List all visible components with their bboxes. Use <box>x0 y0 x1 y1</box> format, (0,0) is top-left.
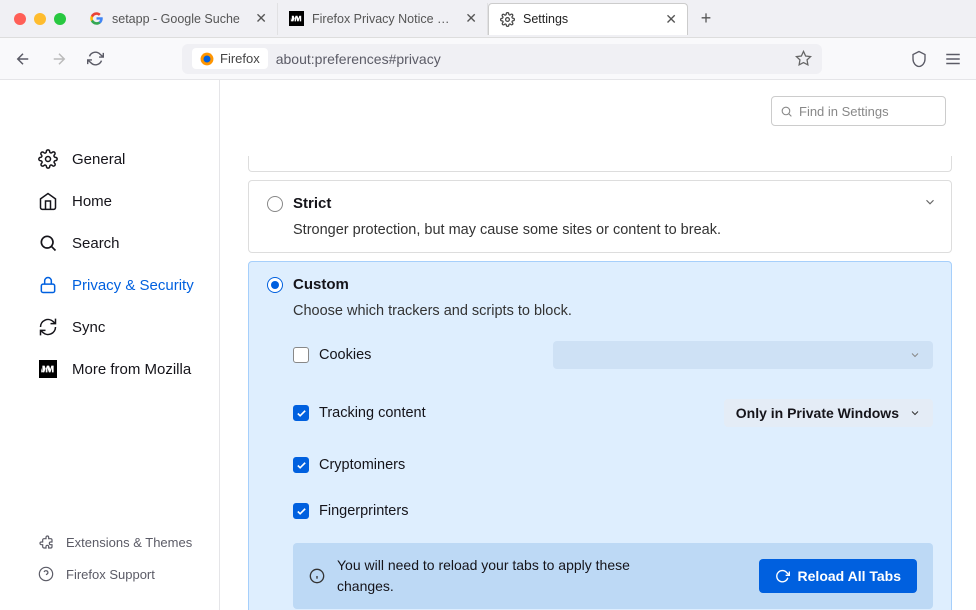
minimize-window-button[interactable] <box>34 13 46 25</box>
gear-icon <box>38 149 58 169</box>
new-tab-button[interactable]: + <box>692 5 720 33</box>
puzzle-icon <box>38 534 54 550</box>
cookies-dropdown[interactable] <box>553 341 933 369</box>
forward-button[interactable] <box>50 50 68 68</box>
toolbar-right <box>910 50 962 68</box>
checkbox-label: Cookies <box>319 347 371 363</box>
sidebar-item-search[interactable]: Search <box>0 222 219 264</box>
tab-settings[interactable]: Settings ✕ <box>488 3 688 35</box>
standard-option-cutoff <box>248 156 952 172</box>
toolbar: Firefox about:preferences#privacy <box>0 38 976 80</box>
checkbox-cryptominers[interactable] <box>293 457 309 473</box>
close-window-button[interactable] <box>14 13 26 25</box>
sidebar-item-privacy[interactable]: Privacy & Security <box>0 264 219 306</box>
tracking-dropdown[interactable]: Only in Private Windows <box>724 399 933 427</box>
chevron-down-icon[interactable] <box>923 195 937 209</box>
sidebar-item-sync[interactable]: Sync <box>0 306 219 348</box>
option-title: Strict <box>293 195 331 212</box>
sidebar-item-label: General <box>72 151 125 168</box>
cookies-row: Cookies <box>293 341 933 369</box>
info-icon <box>309 568 325 584</box>
radio-custom[interactable] <box>267 277 283 293</box>
checkbox-cookies[interactable] <box>293 347 309 363</box>
sidebar-item-label: Privacy & Security <box>72 277 194 294</box>
main: General Home Search Privacy & Security S… <box>0 80 976 610</box>
sidebar-item-label: Extensions & Themes <box>66 535 192 550</box>
checkbox-label: Cryptominers <box>319 457 405 473</box>
tab-title: Settings <box>523 12 657 26</box>
sidebar-item-home[interactable]: Home <box>0 180 219 222</box>
reload-icon <box>775 569 790 584</box>
cryptominers-row: Cryptominers <box>293 457 933 473</box>
tab-title: setapp - Google Suche <box>112 12 247 26</box>
mozilla-icon <box>38 359 58 379</box>
reload-button[interactable] <box>86 50 104 68</box>
chevron-down-icon <box>909 349 921 361</box>
help-icon <box>38 566 54 582</box>
tab-bar: setapp - Google Suche ✕ Firefox Privacy … <box>0 0 976 38</box>
site-identity[interactable]: Firefox <box>192 48 268 69</box>
content: Find in Settings Strict Stronger protect… <box>220 80 976 610</box>
reload-text: You will need to reload your tabs to app… <box>337 555 667 597</box>
checkbox-label: Fingerprinters <box>319 503 408 519</box>
firefox-icon <box>200 52 214 66</box>
url-bar[interactable]: Firefox about:preferences#privacy <box>182 44 822 74</box>
sidebar-item-label: Sync <box>72 319 105 336</box>
identity-label: Firefox <box>220 51 260 66</box>
home-icon <box>38 191 58 211</box>
search-icon <box>780 105 793 118</box>
checkbox-fingerprinters[interactable] <box>293 503 309 519</box>
pocket-icon[interactable] <box>910 50 928 68</box>
mozilla-favicon-icon <box>288 11 304 27</box>
lock-icon <box>38 275 58 295</box>
reload-all-tabs-button[interactable]: Reload All Tabs <box>759 559 917 593</box>
sidebar-item-label: Home <box>72 193 112 210</box>
checkbox-label: Tracking content <box>319 405 426 421</box>
button-label: Reload All Tabs <box>798 568 901 584</box>
google-favicon-icon <box>88 11 104 27</box>
tab-close-icon[interactable]: ✕ <box>665 11 677 28</box>
dropdown-value: Only in Private Windows <box>736 405 899 421</box>
sidebar-item-label: Firefox Support <box>66 567 155 582</box>
search-placeholder: Find in Settings <box>799 104 889 119</box>
maximize-window-button[interactable] <box>54 13 66 25</box>
gear-icon <box>499 11 515 27</box>
tracking-row: Tracking content Only in Private Windows <box>293 399 933 427</box>
tab-google[interactable]: setapp - Google Suche ✕ <box>78 3 278 35</box>
checkbox-tracking[interactable] <box>293 405 309 421</box>
sidebar-footer: Extensions & Themes Firefox Support <box>0 526 219 610</box>
tab-close-icon[interactable]: ✕ <box>255 10 267 27</box>
tab-title: Firefox Privacy Notice — Mozilla <box>312 12 457 26</box>
tab-close-icon[interactable]: ✕ <box>465 10 477 27</box>
sync-icon <box>38 317 58 337</box>
window-controls <box>8 13 78 25</box>
sidebar-item-general[interactable]: General <box>0 138 219 180</box>
reload-notice: You will need to reload your tabs to app… <box>293 543 933 609</box>
chevron-down-icon <box>909 407 921 419</box>
sidebar-item-more-mozilla[interactable]: More from Mozilla <box>0 348 219 390</box>
menu-icon[interactable] <box>944 50 962 68</box>
bookmark-star-icon[interactable] <box>795 50 812 67</box>
url-text: about:preferences#privacy <box>276 51 441 67</box>
fingerprinters-row: Fingerprinters <box>293 503 933 519</box>
sidebar-item-extensions[interactable]: Extensions & Themes <box>0 526 219 558</box>
back-button[interactable] <box>14 50 32 68</box>
tab-mozilla[interactable]: Firefox Privacy Notice — Mozilla ✕ <box>278 3 488 35</box>
protection-option-custom: Custom Choose which trackers and scripts… <box>248 261 952 610</box>
sidebar-item-label: More from Mozilla <box>72 361 191 378</box>
sidebar: General Home Search Privacy & Security S… <box>0 80 220 610</box>
option-title: Custom <box>293 276 349 293</box>
sidebar-item-support[interactable]: Firefox Support <box>0 558 219 590</box>
option-description: Stronger protection, but may cause some … <box>293 222 933 238</box>
radio-strict[interactable] <box>267 196 283 212</box>
sidebar-item-label: Search <box>72 235 120 252</box>
search-settings-input[interactable]: Find in Settings <box>771 96 946 126</box>
search-icon <box>38 233 58 253</box>
protection-option-strict[interactable]: Strict Stronger protection, but may caus… <box>248 180 952 253</box>
option-description: Choose which trackers and scripts to blo… <box>293 303 933 319</box>
